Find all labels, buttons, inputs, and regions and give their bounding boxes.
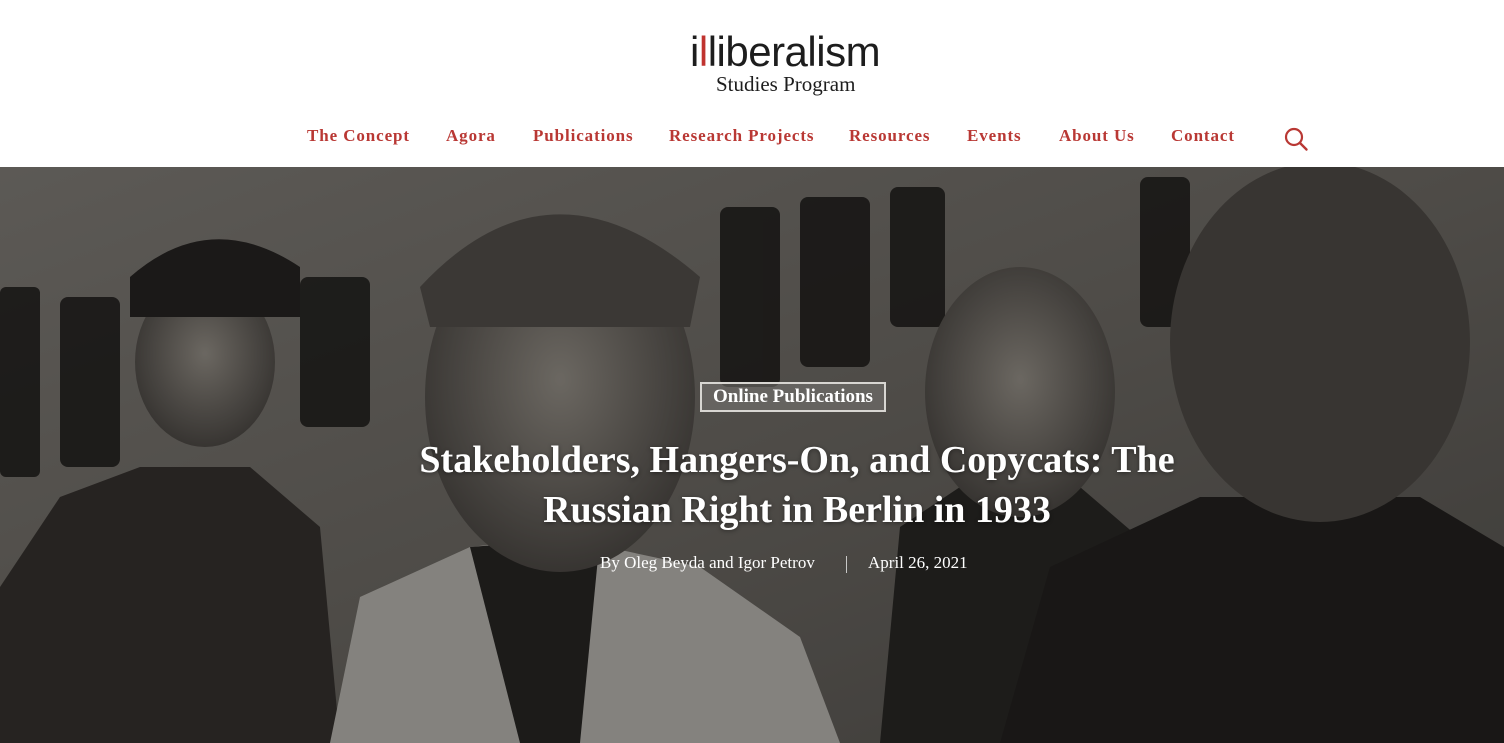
post-title[interactable]: Stakeholders, Hangers-On, and Copycats: …	[390, 435, 1204, 535]
nav-item-agora[interactable]: Agora	[446, 126, 496, 146]
site-header: illiberalism Studies Program The Concept…	[0, 0, 1504, 167]
nav-item-research-projects[interactable]: Research Projects	[669, 126, 814, 146]
featured-post-hero: Online Publications Stakeholders, Hanger…	[0, 167, 1504, 743]
post-meta: By Oleg Beyda and Igor Petrov April 26, …	[0, 553, 1504, 577]
site-logo[interactable]: illiberalism Studies Program	[690, 28, 910, 98]
nav-item-the-concept[interactable]: The Concept	[307, 126, 410, 146]
nav-item-about-us[interactable]: About Us	[1059, 126, 1135, 146]
post-author[interactable]: By Oleg Beyda and Igor Petrov	[600, 553, 815, 573]
nav-item-events[interactable]: Events	[967, 126, 1022, 146]
nav-item-resources[interactable]: Resources	[849, 126, 930, 146]
category-badge[interactable]: Online Publications	[700, 382, 886, 412]
nav-item-contact[interactable]: Contact	[1171, 126, 1235, 146]
nav-item-publications[interactable]: Publications	[533, 126, 634, 146]
logo-wordmark: illiberalism	[690, 28, 881, 75]
search-icon[interactable]	[1283, 126, 1309, 152]
logo-subtitle: Studies Program	[716, 72, 856, 96]
main-navigation: The Concept Agora Publications Research …	[0, 118, 1504, 158]
meta-divider	[846, 556, 847, 573]
post-date: April 26, 2021	[868, 553, 968, 572]
